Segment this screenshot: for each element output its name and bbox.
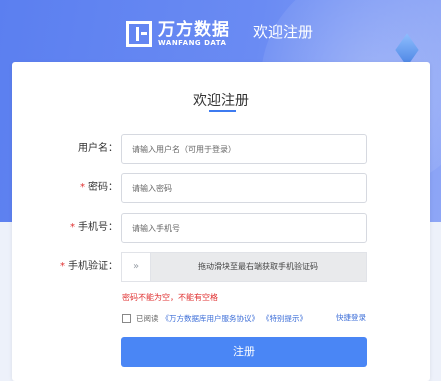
username-label: 用户名： — [78, 143, 118, 154]
verify-label: * 手机验证： — [60, 252, 118, 282]
phone-row: * 手机号： — [12, 213, 430, 243]
special-notice-link[interactable]: 《特别提示》 — [262, 313, 307, 324]
required-mark: * — [60, 261, 65, 272]
phone-label: * 手机号： — [70, 213, 118, 243]
verify-slider[interactable]: » 拖动滑块至最右端获取手机验证码 — [121, 252, 367, 282]
password-error-message: 密码不能为空，不能有空格 — [122, 293, 218, 302]
verify-label-text: 手机验证： — [68, 261, 118, 272]
slider-handle-icon[interactable]: » — [122, 253, 151, 281]
agree-checkbox[interactable] — [122, 313, 131, 323]
quick-login-link[interactable]: 快捷登录 — [336, 312, 366, 324]
brand-logo[interactable]: 万方数据 WANFANG DATA — [126, 14, 230, 54]
register-card: 欢迎注册 用户名： *密码： *手机号： *手机验证： » 拖动滑块至最右端获取… — [12, 62, 430, 381]
verify-row: * 手机验证： » 拖动滑块至最右端获取手机验证码 — [12, 252, 430, 282]
required-mark: * — [80, 182, 85, 193]
brand-name-en: WANFANG DATA — [158, 38, 227, 47]
title-underline — [209, 110, 236, 112]
brand-text: 万方数据 WANFANG DATA — [158, 21, 230, 48]
register-button[interactable]: 注册 — [121, 337, 367, 367]
phone-input[interactable] — [121, 213, 367, 243]
service-agreement-link[interactable]: 《万方数据库用户服务协议》 — [162, 313, 260, 324]
required-mark: * — [70, 222, 75, 233]
phone-label-text: 手机号： — [78, 222, 118, 233]
agree-prefix: 已阅读 — [136, 313, 159, 323]
form-title: 欢迎注册 — [193, 93, 249, 109]
wanfang-logo-icon — [126, 21, 152, 47]
brand-name-cn: 万方数据 — [158, 19, 230, 40]
username-input[interactable] — [121, 134, 367, 164]
password-label-text: 密码： — [88, 182, 118, 193]
password-label: * 密码： — [80, 173, 118, 203]
password-input[interactable] — [121, 173, 367, 203]
agreement: 已阅读 《万方数据库用户服务协议》 《特别提示》 — [122, 312, 307, 324]
slider-hint: 拖动滑块至最右端获取手机验证码 — [198, 262, 318, 271]
password-row: * 密码： — [12, 173, 430, 203]
username-row: 用户名： — [12, 134, 430, 164]
header-title: 欢迎注册 — [253, 23, 314, 41]
